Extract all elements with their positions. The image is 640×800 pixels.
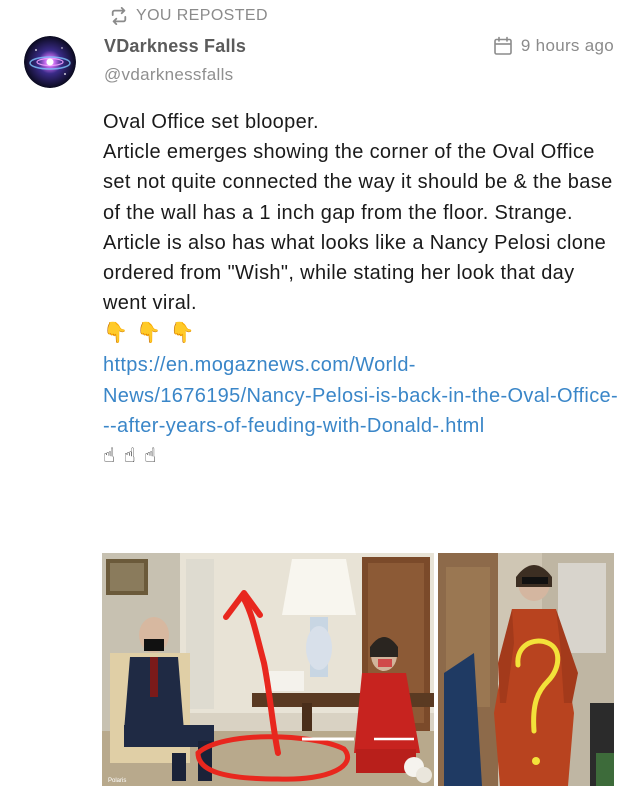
author-handle[interactable]: @vdarknessfalls — [104, 65, 233, 85]
calendar-icon — [494, 36, 512, 55]
pointing-down-icon: 👇 — [136, 322, 162, 345]
pointing-down-icon: 👇 — [103, 322, 129, 345]
oval-office-photo: Polaris — [102, 553, 442, 786]
pelosi-coat-photo — [438, 553, 614, 786]
avatar[interactable] — [24, 36, 76, 88]
pointing-up-icon: ☝ — [103, 445, 116, 468]
repost-icon — [111, 7, 127, 25]
pointing-down-emojis: 👇 👇 👇 — [103, 318, 623, 348]
article-link[interactable]: https://en.mogaznews.com/World-News/1676… — [103, 350, 623, 441]
author-name[interactable]: VDarkness Falls — [104, 36, 246, 57]
pointing-up-icon: ☝ — [123, 445, 137, 468]
post-first-line: Oval Office set blooper. — [103, 111, 319, 133]
post-paragraph: Article emerges showing the corner of th… — [103, 141, 613, 315]
pointing-up-icon: ☝ — [144, 445, 157, 468]
timestamp-text: 9 hours ago — [520, 36, 614, 55]
post-timestamp: 9 hours ago — [493, 34, 614, 58]
galaxy-avatar — [24, 36, 76, 88]
watermark-text: Polaris — [108, 778, 126, 784]
pointing-up-emojis: ☝ ☝ ☝ — [103, 441, 623, 471]
repost-indicator: YOU REPOSTED — [108, 4, 268, 28]
pointing-down-icon: 👇 — [169, 322, 195, 345]
repost-label: YOU REPOSTED — [136, 7, 268, 24]
post-media[interactable]: Polaris — [102, 553, 614, 786]
post-body: Oval Office set blooper. Article emerges… — [103, 107, 623, 471]
